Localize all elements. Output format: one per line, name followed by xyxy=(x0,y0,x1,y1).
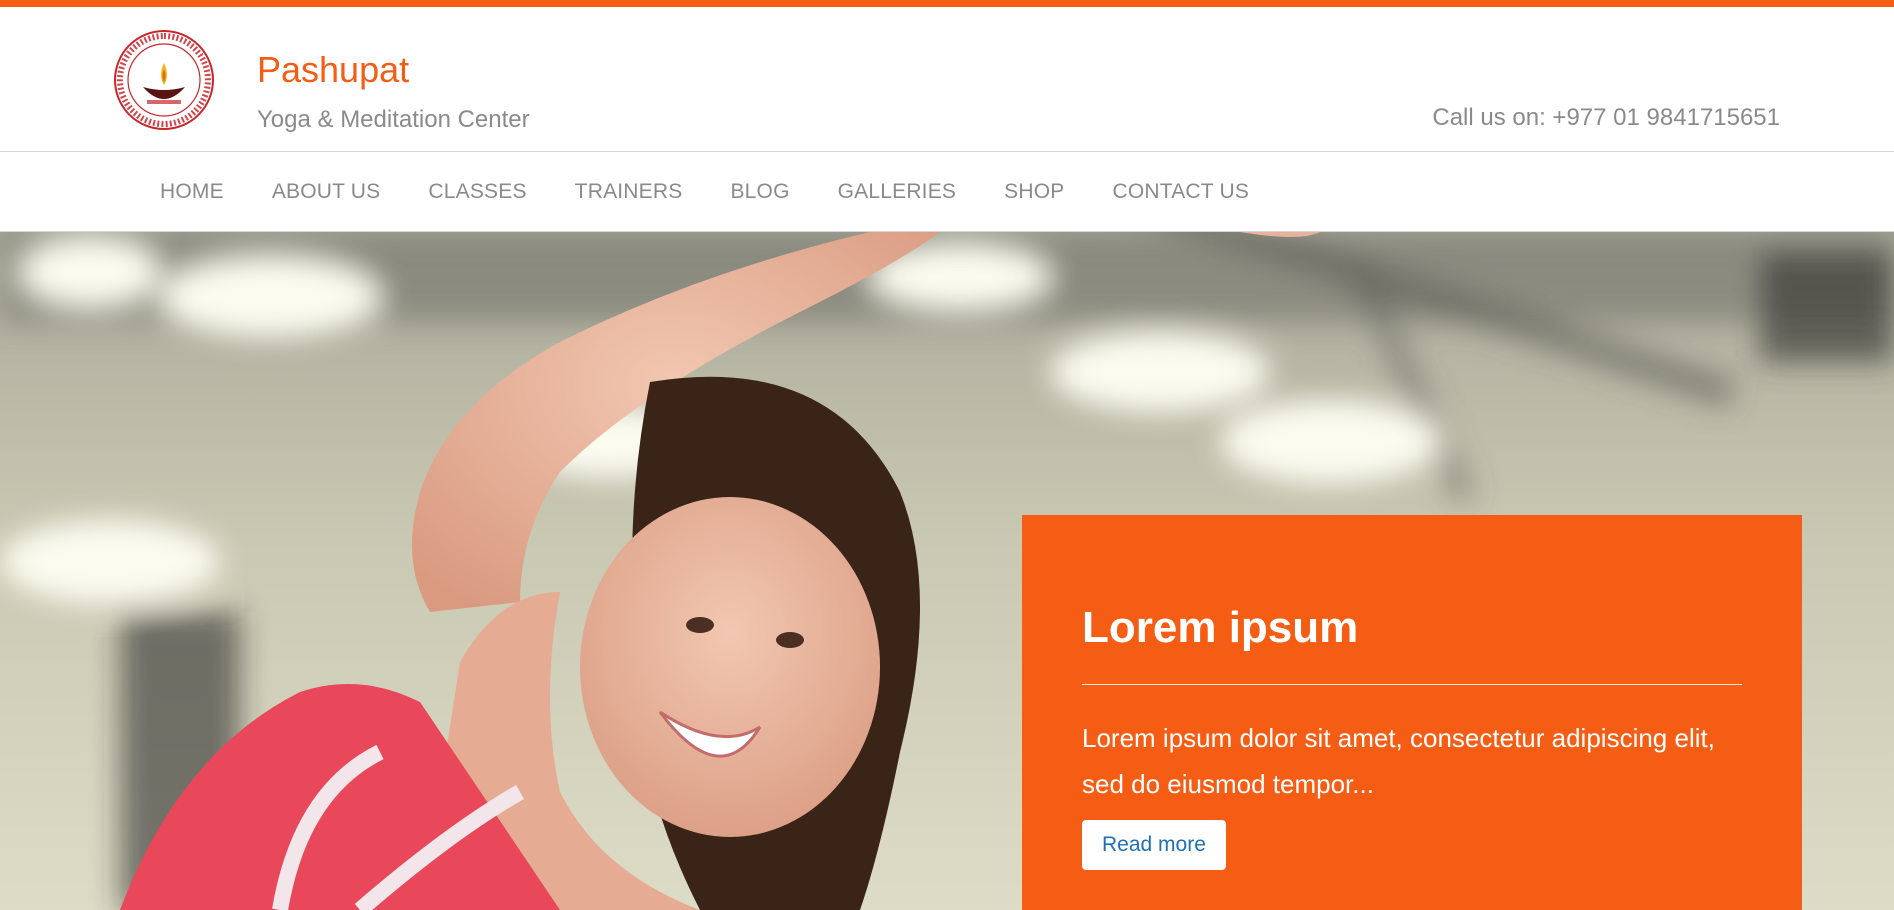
logo-seal-icon[interactable] xyxy=(113,29,215,131)
top-accent-bar xyxy=(0,0,1894,7)
caption-text: Lorem ipsum dolor sit amet, consectetur … xyxy=(1082,723,1715,799)
caption-divider xyxy=(1082,684,1742,685)
hero-slider[interactable]: Lorem ipsum Lorem ipsum dolor sit amet, … xyxy=(0,232,1894,910)
nav-item-shop[interactable]: SHOP xyxy=(1004,180,1064,204)
hero-caption-box: Lorem ipsum Lorem ipsum dolor sit amet, … xyxy=(1022,515,1802,910)
nav-item-contact-us[interactable]: CONTACT US xyxy=(1112,180,1249,204)
nav-item-galleries[interactable]: GALLERIES xyxy=(838,180,957,204)
nav-item-home[interactable]: HOME xyxy=(160,180,224,204)
caption-title: Lorem ipsum xyxy=(1082,603,1359,652)
nav-item-trainers[interactable]: TRAINERS xyxy=(575,180,683,204)
nav-item-blog[interactable]: BLOG xyxy=(730,180,789,204)
site-header: Pashupat Yoga & Meditation Center Call u… xyxy=(0,7,1894,152)
site-title[interactable]: Pashupat xyxy=(257,49,409,91)
site-tagline: Yoga & Meditation Center xyxy=(257,106,530,133)
nav-item-about-us[interactable]: ABOUT US xyxy=(272,180,381,204)
nav-item-classes[interactable]: CLASSES xyxy=(428,180,526,204)
phone-number: Call us on: +977 01 9841715651 xyxy=(1432,104,1780,131)
main-navigation: HOME ABOUT US CLASSES TRAINERS BLOG GALL… xyxy=(0,152,1894,232)
read-more-button[interactable]: Read more xyxy=(1082,820,1226,870)
